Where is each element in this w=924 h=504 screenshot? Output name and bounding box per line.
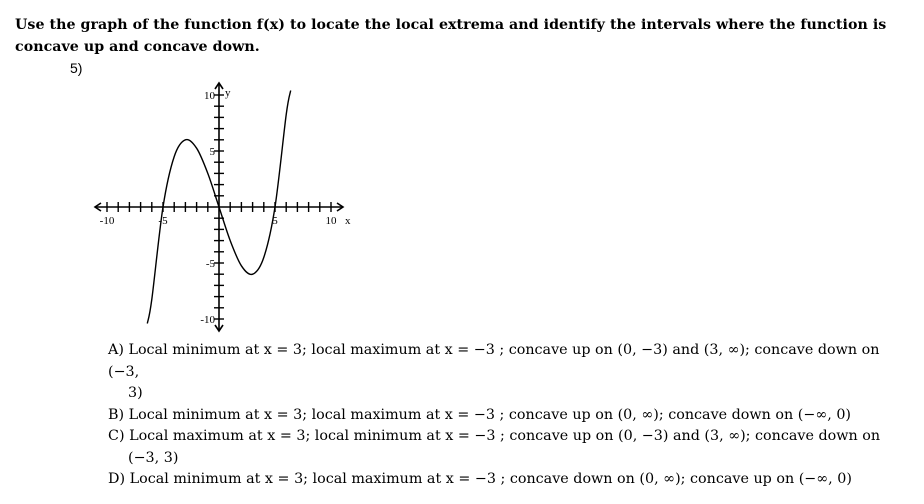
choice-a-text: Local minimum at x = 3; local maximum at…: [108, 342, 880, 380]
x-tick-label: -10: [100, 215, 115, 227]
answer-choices: A) Local minimum at x = 3; local maximum…: [108, 340, 908, 491]
choice-c-text: Local maximum at x = 3; local minimum at…: [129, 428, 881, 444]
choice-c-label: C): [108, 428, 125, 444]
choice-d-text: Local minimum at x = 3; local maximum at…: [129, 471, 852, 487]
x-tick-label: 10: [326, 215, 338, 227]
choice-a-continuation: 3): [128, 385, 143, 401]
choice-b-text: Local minimum at x = 3; local maximum at…: [128, 406, 851, 423]
choice-a-label: A): [108, 342, 124, 358]
choice-b-label: B): [108, 406, 125, 423]
y-tick-label: 5: [210, 146, 216, 158]
y-axis-label: y: [225, 87, 231, 99]
x-axis-label: x: [345, 215, 351, 227]
choice-b[interactable]: B) Local minimum at x = 3; local maximum…: [108, 405, 908, 427]
y-tick-label: 10: [204, 90, 216, 102]
y-tick-label: -5: [206, 258, 216, 270]
y-tick-label: -10: [200, 314, 215, 326]
choice-d-label: D): [108, 471, 126, 487]
choice-c[interactable]: C) Local maximum at x = 3; local minimum…: [108, 426, 908, 469]
choice-c-continuation: (−3, 3): [128, 449, 179, 466]
choice-d[interactable]: D) Local minimum at x = 3; local maximum…: [108, 469, 908, 491]
choice-a[interactable]: A) Local minimum at x = 3; local maximum…: [108, 340, 908, 405]
